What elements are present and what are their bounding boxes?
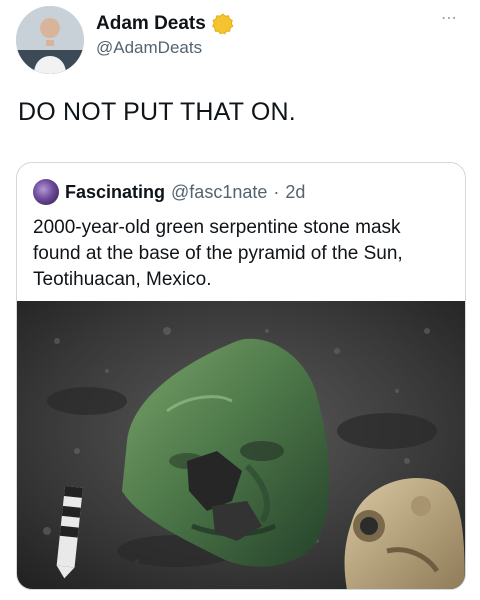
- author-avatar[interactable]: [16, 6, 84, 74]
- author-display-name[interactable]: Adam Deats: [96, 12, 206, 36]
- quoted-author-avatar[interactable]: [33, 179, 59, 205]
- more-options-icon[interactable]: ⋯: [441, 11, 458, 27]
- quoted-tweet-card[interactable]: Fascinating @fasc1nate · 2d 2000-year-ol…: [16, 162, 466, 590]
- quoted-tweet-text: 2000-year-old green serpentine stone mas…: [33, 217, 403, 290]
- verified-badge-icon: [211, 13, 234, 35]
- author-info: Adam Deats @AdamDeats: [96, 12, 234, 59]
- tweet-text: DO NOT PUT THAT ON.: [18, 98, 296, 126]
- quoted-author-display-name[interactable]: Fascinating: [65, 180, 165, 204]
- green-stone-mask-photo-icon: [17, 301, 465, 589]
- quoted-tweet-header: Fascinating @fasc1nate · 2d: [33, 179, 305, 205]
- quoted-author-handle[interactable]: @fasc1nate: [171, 180, 267, 204]
- quoted-tweet-timestamp[interactable]: 2d: [285, 180, 305, 204]
- author-handle[interactable]: @AdamDeats: [96, 37, 234, 59]
- quoted-tweet-image[interactable]: [17, 301, 465, 589]
- separator-dot: ·: [273, 182, 280, 202]
